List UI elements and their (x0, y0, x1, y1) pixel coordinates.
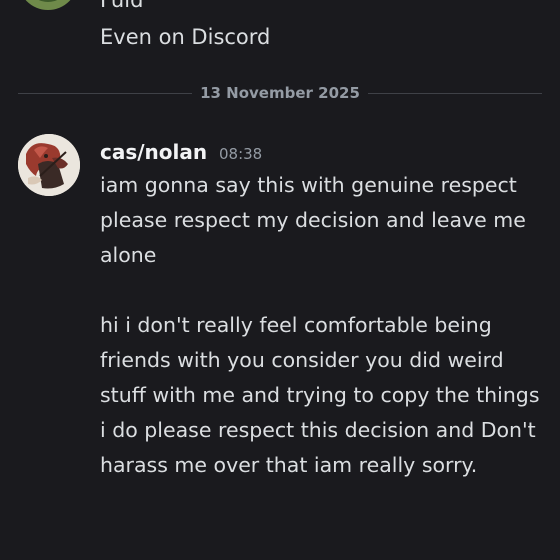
avatar-illustration (18, 134, 80, 196)
divider-rule-right (368, 93, 542, 94)
date-divider: 13 November 2025 (18, 84, 542, 102)
username[interactable]: cas/nolan (100, 140, 207, 164)
previous-message-line: Even on Discord (100, 25, 271, 49)
user-avatar[interactable] (18, 134, 80, 196)
previous-message-partial-line: Fuid (100, 0, 144, 12)
message-paragraph-2: hi i don't really feel comfortable being… (100, 313, 540, 477)
message-timestamp[interactable]: 08:38 (219, 145, 262, 163)
message-paragraph-1: iam gonna say this with genuine respect … (100, 173, 526, 267)
previous-avatar[interactable] (18, 0, 78, 10)
